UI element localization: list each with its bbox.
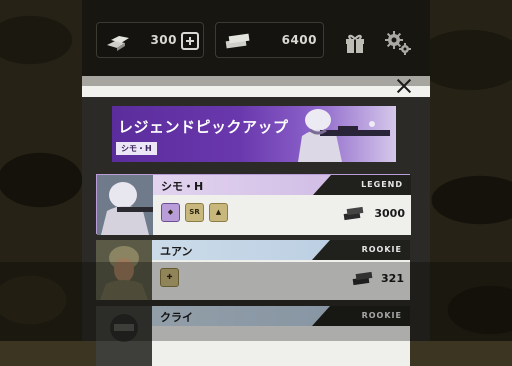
- character-card-legend[interactable]: シモ・H LEGEND ◆ SR ▲ 3000: [96, 174, 411, 235]
- gold-amount: 300: [150, 33, 177, 47]
- gift-icon[interactable]: [344, 32, 366, 54]
- character-price: 3000: [374, 207, 405, 220]
- settings-gear-icon[interactable]: [384, 30, 412, 56]
- cash-stack-icon: [343, 206, 364, 221]
- cash-stack-icon: [225, 33, 250, 49]
- sniper-soldier-art: [298, 109, 390, 162]
- card-name-bar: シモ・H LEGEND: [153, 175, 411, 195]
- cash-counter[interactable]: 6400: [215, 22, 324, 58]
- character-portrait: [97, 175, 153, 235]
- banner-title: レジェンドピックアップ: [118, 118, 289, 136]
- panel-header: [82, 86, 430, 97]
- rank-label: ROOKIE: [312, 240, 410, 260]
- gold-bars-icon: [107, 36, 129, 51]
- character-name: ユアン: [160, 245, 193, 258]
- character-name: シモ・H: [161, 180, 204, 193]
- class-badge-icon: ◆: [161, 203, 180, 222]
- close-icon[interactable]: [396, 78, 412, 94]
- overlay-dim-bottom: [0, 262, 512, 341]
- card-body: ◆ SR ▲ 3000: [153, 195, 411, 235]
- gold-counter[interactable]: 300: [96, 22, 204, 58]
- rank-label: LEGEND: [313, 175, 411, 195]
- panel-top-strip: [82, 76, 430, 86]
- rarity-badge: SR: [185, 203, 204, 222]
- cash-amount: 6400: [281, 33, 317, 47]
- terrain-badge-icon: ▲: [209, 203, 228, 222]
- banner-character-tag: シモ・H: [116, 142, 157, 155]
- legend-pickup-banner[interactable]: レジェンドピックアップ シモ・H: [112, 106, 396, 162]
- card-name-bar: ユアン ROOKIE: [152, 240, 410, 260]
- add-gold-button[interactable]: [181, 32, 199, 50]
